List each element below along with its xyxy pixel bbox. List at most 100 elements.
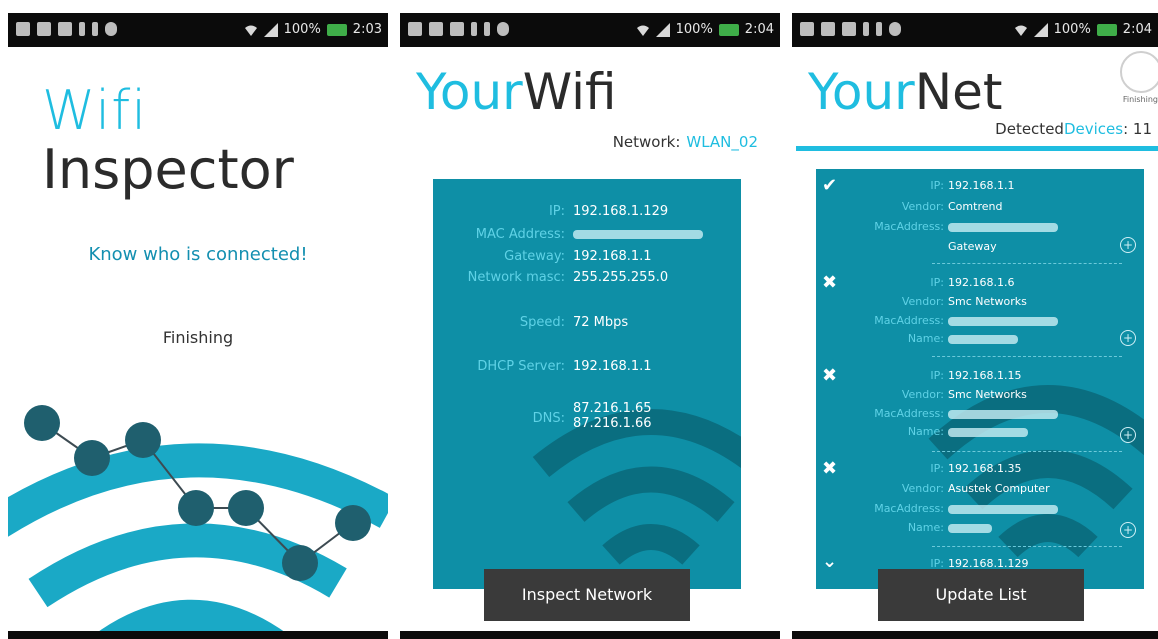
network-name: Network: WLAN_02: [613, 133, 758, 151]
mac-label: MacAddress:: [874, 220, 944, 233]
speed-label: Speed:: [519, 315, 565, 330]
device-vendor: Asustek Computer: [948, 482, 1050, 495]
battery-percent: 100%: [283, 22, 321, 37]
dhcp-value: 192.168.1.1: [573, 359, 652, 374]
netmask-value: 255.255.255.0: [573, 270, 669, 285]
mac-label: MacAddress:: [874, 407, 944, 420]
device-vendor: Smc Networks: [948, 295, 1027, 308]
network-info-card: IP: 192.168.1.129 MAC Address: Gateway: …: [433, 179, 741, 589]
dns-label: DNS:: [532, 411, 565, 426]
wifi-status-icon: [244, 23, 258, 37]
list-item[interactable]: ✖ IP: 192.168.1.6 Vendor: Smc Networks Mac…: [816, 266, 1144, 361]
battery-icon: [718, 23, 739, 36]
notification-icons: [800, 22, 901, 36]
clock: 2:04: [1122, 22, 1152, 37]
mac-label: MAC Address:: [475, 227, 565, 242]
camera-icon: [450, 22, 464, 36]
separator: [932, 263, 1122, 264]
device-vendor: Smc Networks: [948, 388, 1027, 401]
signal-icon: [263, 22, 278, 37]
android-icon: [105, 22, 117, 36]
loading-status: Finishing: [1122, 95, 1158, 104]
device-mac-redacted: [948, 314, 1058, 327]
gallery-icon: [16, 22, 30, 36]
device-name-redacted: [948, 332, 1018, 345]
android-icon: [497, 22, 509, 36]
notification-icons: [408, 22, 509, 36]
add-icon[interactable]: +: [1120, 522, 1136, 538]
camera-icon: [842, 22, 856, 36]
battery-percent: 100%: [1053, 22, 1091, 37]
nav-bar: [400, 631, 780, 639]
loading-spinner-icon: [1120, 51, 1158, 93]
update-list-button[interactable]: Update List: [878, 569, 1084, 621]
device-name: Gateway: [948, 240, 997, 253]
usb-icon: [863, 22, 869, 36]
netmask-label: Network masc:: [467, 270, 565, 285]
app-title-inspector: Inspector: [42, 138, 294, 201]
inspect-network-button[interactable]: Inspect Network: [484, 569, 690, 621]
loading-status: Finishing: [162, 328, 234, 347]
wifi-network-illustration: [8, 405, 388, 639]
battery-icon: [326, 23, 347, 36]
tagline: Know who is connected!: [88, 244, 308, 265]
device-ip: 192.168.1.1: [948, 179, 1015, 192]
gallery-icon: [800, 22, 814, 36]
debug-icon: [876, 22, 882, 36]
mac-label: MacAddress:: [874, 314, 944, 327]
app-title-wifi: Wifi: [42, 79, 148, 142]
device-name-redacted: [948, 521, 992, 534]
speed-value: 72 Mbps: [573, 315, 629, 330]
status-bar: 100% 2:03: [8, 13, 388, 47]
usb-icon: [471, 22, 477, 36]
notification-icons: [16, 22, 117, 36]
list-item[interactable]: ✖ IP: 192.168.1.35 Vendor: Asustek Compute…: [816, 452, 1144, 547]
ip-value: 192.168.1.129: [573, 204, 669, 219]
screen-your-wifi: 100% 2:04 YourWifi Network: WLAN_02 IP: 1…: [400, 13, 780, 639]
detected-devices-count: DetectedDevices: 11: [995, 120, 1152, 138]
list-item[interactable]: ✔ IP: 192.168.1.1 Vendor: Comtrend MacAddr…: [816, 169, 1144, 264]
ip-label: IP:: [930, 462, 944, 475]
wifi-status-icon: [636, 23, 650, 37]
brand-your: Your: [808, 63, 915, 121]
vendor-label: Vendor:: [901, 200, 944, 213]
vendor-label: Vendor:: [901, 295, 944, 308]
clock: 2:04: [744, 22, 774, 37]
name-label: Name:: [907, 332, 944, 345]
signal-icon: [655, 22, 670, 37]
network-value: WLAN_02: [686, 133, 758, 151]
status-bar: 100% 2:04: [400, 13, 780, 47]
dhcp-label: DHCP Server:: [477, 359, 565, 374]
wifi-status-icon: [1014, 23, 1028, 37]
device-list[interactable]: ✔ IP: 192.168.1.1 Vendor: Comtrend MacAddr…: [816, 169, 1144, 589]
add-icon[interactable]: +: [1120, 237, 1136, 253]
ip-label: IP:: [930, 276, 944, 289]
device-mac-redacted: [948, 502, 1058, 515]
ip-label: IP:: [930, 369, 944, 382]
debug-icon: [92, 22, 98, 36]
device-ip: 192.168.1.6: [948, 276, 1015, 289]
battery-percent: 100%: [675, 22, 713, 37]
mail-icon: [429, 22, 443, 36]
network-label: Network:: [612, 133, 681, 151]
device-name-redacted: [948, 425, 1028, 438]
app-brand: YourNet: [808, 63, 1003, 121]
ip-label: IP:: [930, 179, 944, 192]
nav-bar: [8, 631, 388, 639]
gateway-label: Gateway:: [504, 249, 565, 264]
add-icon[interactable]: +: [1120, 427, 1136, 443]
device-vendor: Comtrend: [948, 200, 1003, 213]
detected-prefix: Detected: [995, 120, 1064, 138]
clock: 2:03: [352, 22, 382, 37]
battery-icon: [1096, 23, 1117, 36]
brand-net: Net: [914, 63, 1003, 121]
dns-value-2: 87.216.1.66: [573, 416, 652, 431]
app-brand: YourWifi: [416, 63, 616, 121]
list-item[interactable]: ✖ IP: 192.168.1.15 Vendor: Smc Networks Ma…: [816, 359, 1144, 454]
screen-splash: 100% 2:03 Wifi Inspector Know who is con…: [8, 13, 388, 639]
vendor-label: Vendor:: [901, 388, 944, 401]
name-label: Name:: [907, 521, 944, 534]
ip-label: IP:: [548, 204, 565, 219]
add-icon[interactable]: +: [1120, 330, 1136, 346]
detected-devices-label: Devices: [1063, 120, 1124, 138]
